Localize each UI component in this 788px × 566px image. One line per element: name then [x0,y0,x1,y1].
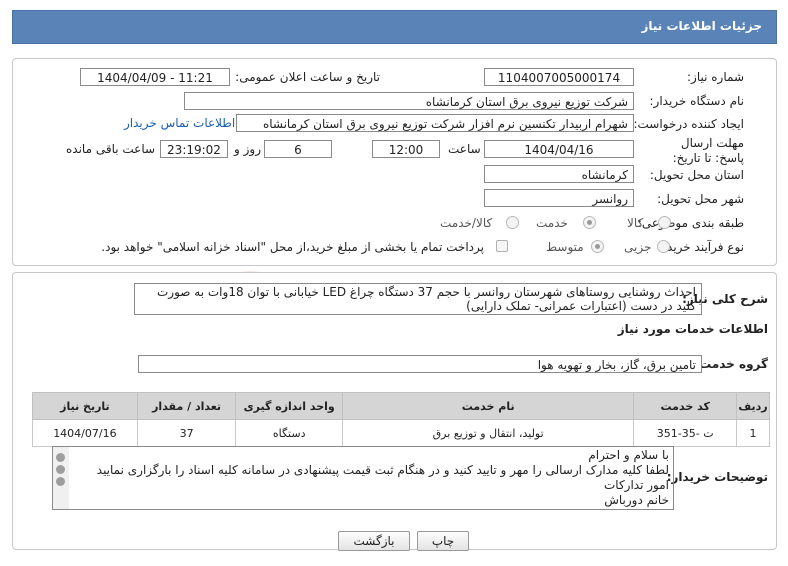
remaining-time-field[interactable]: 23:19:02 [160,140,228,158]
category-goods-label: کالا [627,216,644,230]
category-service-radio[interactable] [583,216,596,229]
buyer-notes-box[interactable]: با سلام و احترام لطفا کلیه مدارک ارسالی … [52,446,674,510]
need-number-field[interactable]: 1104007005000174 [484,68,634,86]
cell-need-date: 1404/07/16 [32,419,138,447]
city-label: شهر محل تحویل: [657,192,744,206]
buyer-notes-label: توضیحات خریدار: [666,470,768,484]
need-number-label: شماره نیاز: [687,70,744,84]
province-label: استان محل تحویل: [649,168,744,182]
days-field[interactable]: 6 [264,140,332,158]
service-group-label: گروه خدمت: [694,357,768,371]
col-header-need-date: تاریخ نیاز [32,392,138,420]
notes-line: امور تدارکات [603,478,669,492]
col-header-service-name: نام خدمت [341,392,635,420]
category-label: طبقه بندی موضوعی: [637,216,744,230]
page-title: جزئیات اطلاعات نیاز [641,19,762,33]
category-goods-radio[interactable] [658,216,671,229]
scroll-dot-top [56,453,65,462]
deadline-label: مهلت ارسال پاسخ: تا تاریخ: [672,136,744,165]
buyer-notes-scrollbar[interactable] [53,447,69,509]
scroll-dot-bottom [56,477,65,486]
col-header-unit: واحد اندازه گیری [235,392,343,420]
city-field[interactable]: روانسر [484,189,634,207]
process-minor-radio[interactable] [657,240,670,253]
back-button[interactable]: بازگشت [338,531,410,551]
col-header-quantity: تعداد / مقدار [136,392,237,420]
cell-row-no: 1 [736,419,770,447]
remaining-label: ساعت باقی مانده [66,142,156,156]
buyer-contact-link[interactable]: اطلاعات تماس خریدار [124,116,235,130]
category-goods-service-radio[interactable] [506,216,519,229]
summary-textarea[interactable]: احداث روشنایی روستاهای شهرستان روانسر با… [134,283,702,315]
province-field[interactable]: کرمانشاه [484,165,634,183]
category-goods-service-label: کالا/خدمت [440,216,493,230]
hour-label: ساعت [448,142,481,156]
creator-field[interactable]: شهرام اربیدار تکنسین نرم افزار شرکت توزی… [236,114,634,132]
process-medium-radio[interactable] [591,240,604,253]
announce-label: تاریخ و ساعت اعلان عمومی: [235,70,380,84]
col-header-row-no: ردیف [736,392,770,420]
buyer-org-label: نام دستگاه خریدار: [649,94,745,108]
print-button[interactable]: چاپ [417,531,469,551]
page-header: جزئیات اطلاعات نیاز [12,10,777,44]
notes-line: خانم دورباش [604,493,669,507]
notes-line: با سلام و احترام [588,448,669,462]
days-label: روز و [234,142,261,156]
treasury-payment-checkbox[interactable] [496,240,508,252]
scroll-dot-middle [56,465,65,474]
announce-field[interactable]: 1404/04/09 - 11:21 [80,68,230,86]
cell-service-code: ت -35-351 [633,419,738,447]
buyer-org-field[interactable]: شرکت توزیع نیروی برق استان کرمانشاه [184,92,634,110]
cell-quantity: 37 [136,419,237,447]
services-section-title: اطلاعات خدمات مورد نیاز [617,322,768,336]
table-row[interactable]: 1 ت -35-351 تولید، انتقال و توزیع برق دس… [32,419,770,447]
deadline-date-field[interactable]: 1404/04/16 [484,140,634,158]
table-header-row: ردیف کد خدمت نام خدمت واحد اندازه گیری ت… [32,392,770,420]
cell-service-name: تولید، انتقال و توزیع برق [341,419,635,447]
process-medium-label: متوسط [546,240,584,254]
service-group-field[interactable]: تامین برق، گاز، بخار و تهویه هوا [138,355,702,373]
cell-unit: دستگاه [235,419,343,447]
services-table: ردیف کد خدمت نام خدمت واحد اندازه گیری ت… [32,392,770,447]
process-label: نوع فرآیند خرید : [659,240,744,254]
deadline-time-field[interactable]: 12:00 [372,140,440,158]
buyer-notes-text: با سلام و احترام لطفا کلیه مدارک ارسالی … [71,448,669,508]
creator-label: ایجاد کننده درخواست: [633,117,744,131]
process-minor-label: جزیی [624,240,652,254]
notes-line: لطفا کلیه مدارک ارسالی را مهر و تایید کن… [96,463,669,477]
col-header-service-code: کد خدمت [633,392,738,420]
treasury-payment-note: پرداخت تمام یا بخشی از مبلغ خرید،از محل … [101,240,484,254]
category-service-label: خدمت [536,216,568,230]
